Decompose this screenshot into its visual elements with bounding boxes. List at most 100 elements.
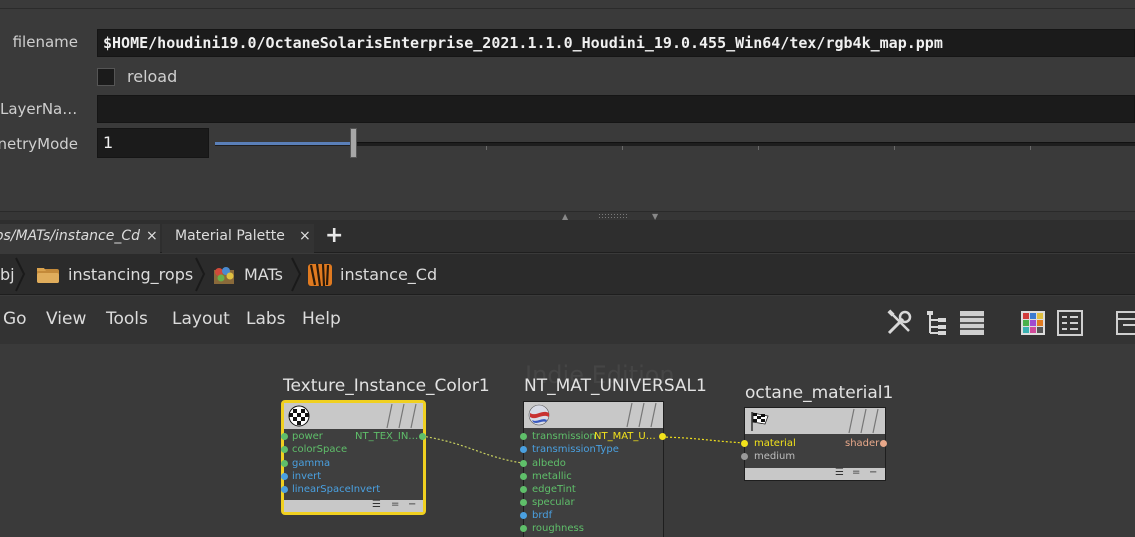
panel-icon[interactable] [1115,309,1135,337]
port-label: specular [532,497,575,508]
list-view-icon[interactable] [958,309,986,337]
input-port[interactable] [520,460,527,467]
geometry-mode-label: netryMode [0,135,78,153]
menu-help[interactable]: Help [302,309,341,329]
node-menu-icon[interactable]: ☰ [372,499,381,510]
slider-tick [1030,146,1031,150]
input-port[interactable] [281,473,288,480]
node-flags[interactable] [619,402,661,428]
breadcrumb-instance-cd[interactable]: instance_Cd [340,254,437,295]
input-port[interactable] [520,433,527,440]
port-label: NT_TEX_IN… [355,431,419,442]
menu-labs[interactable]: Labs [246,309,286,329]
layer-name-label: LayerNa… [0,100,78,118]
slider-tick [894,146,895,150]
wire [421,435,523,464]
input-port[interactable] [520,446,527,453]
port-label: medium [754,451,796,462]
port-label: material [754,438,796,449]
input-port[interactable] [520,499,527,506]
port-label: shader [845,438,880,449]
breadcrumb: bj instancing_rops MATs instance_Cd [0,254,1135,295]
mats-icon [214,267,234,284]
port-label: invert [292,471,322,482]
node-flags[interactable] [841,408,883,434]
port-label: NT_MAT_U… [594,431,656,442]
checkered-flag-icon [751,412,769,431]
slider-tick [622,146,623,150]
add-tab-button[interactable]: + [325,222,343,250]
slider-tick [486,146,487,150]
input-port[interactable] [281,446,288,453]
port-label: brdf [532,510,553,521]
tab-instance-cd[interactable]: ops/MATs/instance_Cd × [0,224,160,253]
menu-layout[interactable]: Layout [172,309,230,329]
input-port[interactable] [281,486,288,493]
node-footer: ☰ = − [284,499,423,512]
port-label: transmissionType [532,444,619,455]
reload-checkbox[interactable] [97,68,115,86]
node-flags[interactable] [379,403,421,429]
tab-bar: ops/MATs/instance_Cd × Material Palette … [0,220,1135,253]
node-title: Texture_Instance_Color1 [283,376,490,396]
input-port[interactable] [520,525,527,532]
tab-material-palette[interactable]: Material Palette × [162,224,314,253]
close-icon[interactable]: × [299,224,311,249]
folder-icon [37,268,59,283]
chevron-right-icon [15,257,26,292]
input-port[interactable] [520,486,527,493]
input-port[interactable] [281,460,288,467]
menu-view[interactable]: View [46,309,86,329]
menu-go[interactable]: Go [3,309,27,329]
port-label: albedo [532,458,566,469]
input-port[interactable] [741,453,748,460]
color-grid-icon[interactable] [1019,309,1047,337]
input-port[interactable] [741,440,748,447]
node-menu-icon[interactable]: ☰ [835,467,844,478]
splitter-grip[interactable] [598,213,628,218]
reload-label: reload [127,67,178,86]
node-footer: ☰ = − [745,467,885,480]
output-port[interactable] [419,433,426,440]
tree-view-icon[interactable] [924,309,952,337]
geometry-mode-field[interactable]: 1 [97,128,209,158]
breadcrumb-instancing-rops[interactable]: instancing_rops [68,254,193,295]
node-collapse-icon[interactable]: − [869,467,877,478]
output-port[interactable] [880,440,887,447]
chevron-right-icon [291,257,302,292]
wire [661,436,746,444]
filename-field[interactable]: $HOME/houdini19.0/OctaneSolarisEnterpris… [97,29,1135,57]
tab-label: Material Palette [175,228,285,244]
node-expand-icon[interactable]: = [852,467,860,478]
input-port[interactable] [520,473,527,480]
input-port[interactable] [281,433,288,440]
output-port[interactable] [659,433,666,440]
close-icon[interactable]: × [146,224,158,249]
checker-icon [288,405,310,427]
port-label: power [292,431,323,442]
port-label: linearSpaceInvert [292,484,381,495]
breadcrumb-root[interactable]: bj [0,254,15,295]
port-label: metallic [532,471,572,482]
tiger-stripes-icon [308,263,332,287]
breadcrumb-mats[interactable]: MATs [244,254,283,295]
input-port[interactable] [520,512,527,519]
layer-name-field[interactable] [97,95,1135,123]
parameter-pane: filename $HOME/houdini19.0/OctaneSolaris… [0,0,1135,212]
slider-tick [758,146,759,150]
network-editor[interactable]: Indie Edition Texture_Instance_Color1 ☰ … [0,344,1135,537]
menu-tools[interactable]: Tools [106,309,148,329]
port-label: gamma [292,458,331,469]
node-collapse-icon[interactable]: − [408,499,416,510]
port-label: edgeTint [532,484,576,495]
filename-label: filename [12,33,78,51]
wrench-screwdriver-icon[interactable] [885,309,913,337]
parameter-view-icon[interactable] [1056,309,1084,337]
node-title: octane_material1 [745,383,894,403]
slider-handle[interactable] [350,128,357,158]
material-ball-icon [528,404,550,426]
node-title: NT_MAT_UNIVERSAL1 [524,376,707,396]
port-label: roughness [532,523,584,534]
chevron-right-icon [195,257,206,292]
node-expand-icon[interactable]: = [391,499,399,510]
